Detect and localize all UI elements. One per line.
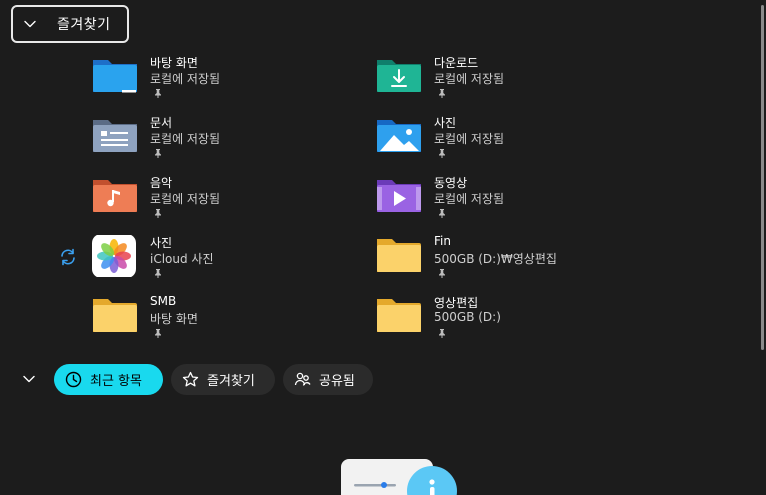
folder-icon: [377, 239, 421, 272]
favorite-item-location: 500GB (D:)₩영상편집: [434, 252, 557, 266]
tab-favorites-label: 즐겨찾기: [207, 374, 255, 389]
pin-icon: [155, 149, 161, 158]
favorite-item-name: 영상편집: [434, 296, 479, 310]
favorite-item-name: 바탕 화면: [150, 56, 198, 70]
tab-shared[interactable]: 공유됨: [283, 364, 373, 395]
favorite-item-name: Fin: [434, 234, 451, 248]
empty-state-illustration: [341, 459, 457, 495]
favorite-item-videos[interactable]: 동영상 로컬에 저장됨: [376, 175, 656, 225]
favorite-item-name: SMB: [150, 294, 177, 308]
folder-icon: [93, 299, 137, 332]
favorite-item-name: 다운로드: [434, 56, 479, 70]
tab-favorites[interactable]: 즐겨찾기: [171, 364, 275, 395]
favorite-item-video-editing[interactable]: 영상편집 500GB (D:): [376, 295, 656, 345]
favorite-item-location: 로컬에 저장됨: [434, 132, 505, 146]
favorite-item-location: 바탕 화면: [150, 312, 198, 326]
favorite-item-location: 500GB (D:): [434, 310, 501, 324]
favorite-item-location: 로컬에 저장됨: [434, 72, 505, 86]
music-folder-icon: [93, 180, 137, 212]
desktop-folder-icon: [93, 60, 137, 93]
favorite-item-music[interactable]: 음악 로컬에 저장됨: [92, 175, 372, 225]
people-icon: [294, 372, 311, 386]
tab-recent-label: 최근 항목: [90, 374, 142, 389]
documents-folder-icon: [93, 120, 137, 152]
pin-icon: [155, 329, 161, 338]
pin-icon: [155, 89, 161, 98]
favorite-item-name: 사진: [150, 236, 173, 250]
pin-icon: [439, 269, 445, 278]
chevron-down-icon: [24, 20, 36, 28]
clock-icon: [65, 371, 82, 388]
downloads-folder-icon: [377, 60, 421, 92]
star-icon: [182, 371, 199, 387]
folder-icon: [377, 299, 421, 332]
favorite-item-location: 로컬에 저장됨: [434, 192, 505, 206]
tab-shared-label: 공유됨: [319, 374, 355, 389]
favorite-item-name: 사진: [434, 116, 457, 130]
favorite-item-documents[interactable]: 문서 로컬에 저장됨: [92, 115, 372, 165]
pin-icon: [155, 269, 161, 278]
favorite-item-smb[interactable]: SMB 바탕 화면: [92, 294, 372, 345]
favorite-item-location: 로컬에 저장됨: [150, 192, 221, 206]
chevron-down-icon[interactable]: [22, 372, 36, 386]
favorite-item-location: 로컬에 저장됨: [150, 72, 221, 86]
favorite-item-name: 문서: [150, 116, 173, 130]
videos-folder-icon: [377, 180, 421, 212]
favorite-item-location: iCloud 사진: [150, 252, 214, 266]
icloud-photos-icon: [92, 235, 136, 277]
pin-icon: [439, 89, 445, 98]
favorite-item-name: 음악: [150, 176, 173, 190]
vertical-scrollbar[interactable]: [761, 5, 764, 350]
favorite-item-icloud-photos[interactable]: 사진 iCloud 사진: [92, 235, 372, 285]
favorites-section-header[interactable]: 즐겨찾기: [11, 5, 129, 43]
sync-icon: [61, 248, 75, 266]
favorite-item-name: 동영상: [434, 176, 468, 190]
pin-icon: [439, 149, 445, 158]
pin-icon: [439, 209, 445, 218]
tab-recent[interactable]: 최근 항목: [54, 364, 163, 395]
pin-icon: [155, 209, 161, 218]
favorite-item-downloads[interactable]: 다운로드 로컬에 저장됨: [376, 55, 656, 105]
pin-icon: [439, 329, 445, 338]
favorite-item-fin[interactable]: Fin 500GB (D:)₩영상편집: [376, 234, 656, 285]
pictures-folder-icon: [377, 120, 421, 152]
favorite-item-pictures[interactable]: 사진 로컬에 저장됨: [376, 115, 656, 165]
favorite-item-location: 로컬에 저장됨: [150, 132, 221, 146]
favorite-item-desktop[interactable]: 바탕 화면 로컬에 저장됨: [92, 55, 372, 105]
favorites-section-title: 즐겨찾기: [57, 17, 111, 33]
